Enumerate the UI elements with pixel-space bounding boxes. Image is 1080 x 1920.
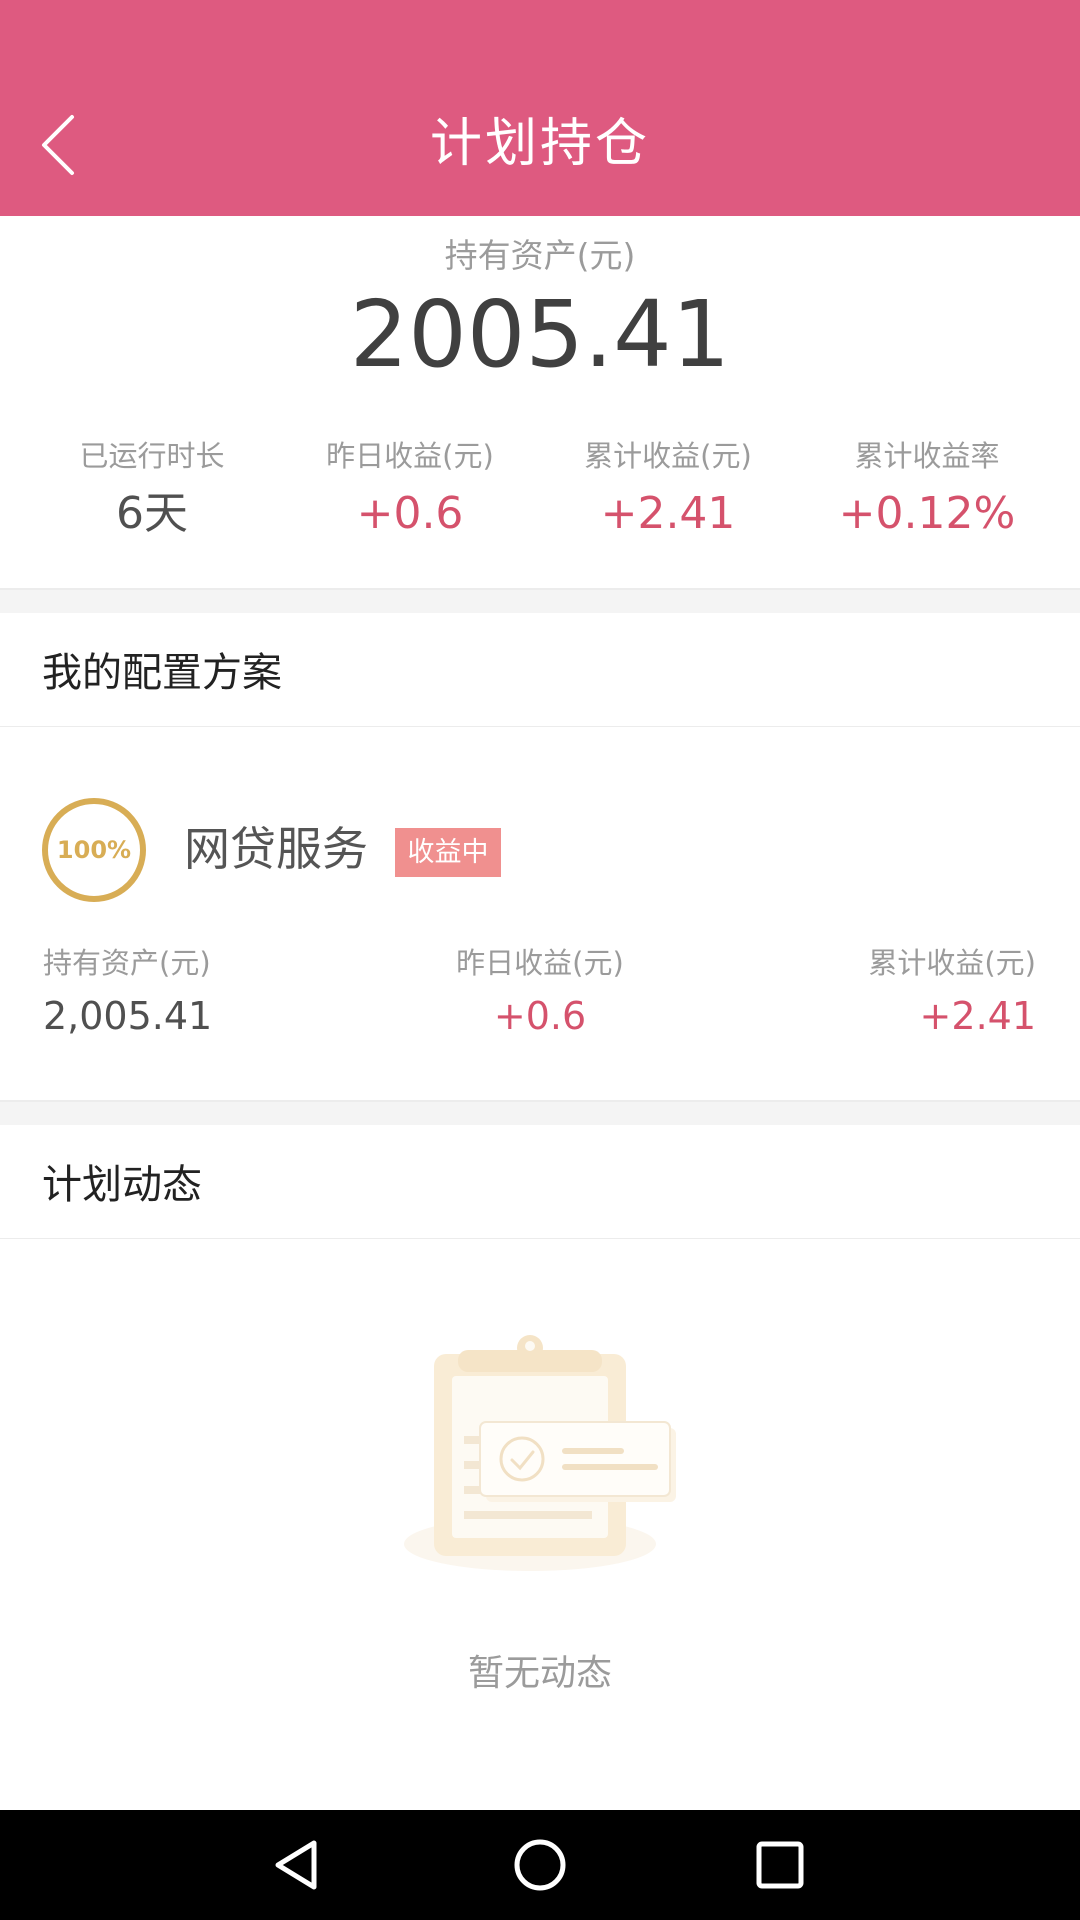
nav-recents-icon[interactable] [750, 1835, 810, 1895]
status-badge: 收益中 [395, 828, 501, 877]
held-asset-label: 持有资产(元) [444, 236, 636, 275]
stat-label: 累计收益(元) [584, 439, 752, 473]
stat-value: +0.12% [838, 488, 1016, 539]
empty-clipboard-icon [404, 1335, 676, 1571]
plan-col-value: +0.6 [493, 994, 587, 1038]
stat-label: 昨日收益(元) [326, 439, 494, 473]
held-asset-value: 2005.41 [349, 281, 731, 388]
plan-card[interactable]: 100% 网贷服务 收益中 持有资产(元) 2,005.41 昨日收益(元) +… [0, 727, 1080, 1100]
section-title: 计划动态 [42, 1162, 202, 1208]
plan-col-value: 2,005.41 [43, 994, 213, 1038]
stat-total-rate: 累计收益率 +0.12% [792, 438, 1062, 540]
plan-yesterday-profit: 昨日收益(元) +0.6 [440, 945, 640, 1039]
section-title: 我的配置方案 [42, 650, 282, 696]
app-header: 计划持仓 [0, 0, 1080, 216]
stat-total-profit: 累计收益(元) +2.41 [533, 438, 803, 540]
allocation-header: 我的配置方案 [0, 613, 1080, 727]
activity-header: 计划动态 [0, 1125, 1080, 1239]
nav-back-icon[interactable] [268, 1835, 328, 1895]
allocation-percent-ring: 100% [42, 798, 146, 902]
stat-value: +2.41 [600, 488, 736, 539]
plan-col-label: 持有资产(元) [43, 946, 211, 980]
plan-col-value: +2.41 [919, 994, 1036, 1038]
stat-value: +0.6 [356, 488, 464, 539]
stat-running-time: 已运行时长 6天 [17, 438, 287, 540]
stat-value: 6天 [116, 488, 188, 539]
system-nav-bar [0, 1810, 1080, 1920]
nav-home-icon[interactable] [510, 1835, 570, 1895]
page-title: 计划持仓 [429, 114, 650, 174]
plan-col-label: 昨日收益(元) [456, 946, 624, 980]
empty-state-text: 暂无动态 [467, 1653, 612, 1694]
stat-yesterday-profit: 昨日收益(元) +0.6 [275, 438, 545, 540]
section-divider [0, 588, 1080, 613]
plan-total-profit: 累计收益(元) +2.41 [868, 945, 1036, 1039]
activity-empty-state: 暂无动态 [0, 1239, 1080, 1810]
section-divider [0, 1100, 1080, 1125]
asset-summary: 持有资产(元) 2005.41 已运行时长 6天 昨日收益(元) +0.6 累计… [0, 216, 1080, 588]
stat-label: 累计收益率 [854, 439, 1000, 473]
plan-col-label: 累计收益(元) [868, 946, 1036, 980]
plan-name: 网贷服务 [184, 822, 368, 876]
stat-label: 已运行时长 [79, 439, 225, 473]
plan-held-asset: 持有资产(元) 2,005.41 [43, 945, 212, 1039]
